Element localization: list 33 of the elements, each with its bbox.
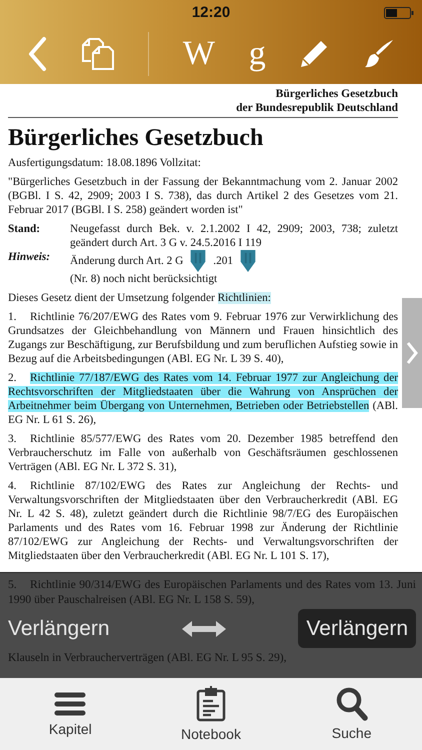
list-item-text: 4. Richtlinie 87/102/EWG des Rates zur Angleichung der Rechts- und Verwaltungsvorschriften der Mitgliedstaaten über den Verbraucherkredit (ABl. EG Nr. L 42 S. 48), zuletzt geändert durch die Richtlinie 98/7/EG des Europäischen Parlaments und des Rates vom 16. Februar 1998 zur Änderung der Richtlinie 87/102/EWG zur Angleichung der Rechts- und Verwaltungsvorschriften der Mitgliedstaaten über den Verbraucherkredit (ABl. EG Nr. L 101 S. 17), [8,479,398,564]
extend-button[interactable]: Verlängern [298,609,416,648]
tab-bar-item[interactable]: Kapitel [20,691,120,737]
list-item-text: 1. Richtlinie 76/207/EWG des Rates vom 9. Februar 1976 zur Verwirklichung des Grundsatzes der Gleichbehandlung von Männern und Frauen hinsichtlich des Zugangs zur Beschäftigung, zur Berufsbildung und zum beruflichen Aufstieg sowie in Bezug auf die Arbeitsbedingungen (ABl. EG Nr. L 39 S. 40), [8,310,398,366]
selection-handle-icon[interactable] [189,250,208,272]
note-text: .201 [213,254,234,268]
note-text: Änderung durch Art. 2 G [70,254,184,268]
double-arrow-icon[interactable] [182,620,226,637]
toolbar-button[interactable]: g [248,37,266,71]
tab-bar-item[interactable]: Suche [302,687,402,741]
clipboard-icon [194,686,227,722]
date-line: Ausfertigungsdatum: 18.08.1896 Vollzitat: [8,156,202,170]
intro-text: Dieses Gesetz dient der Umsetzung folgender Richtlinien: [8,291,272,306]
list-item-text: 3. Richtlinie 85/577/EWG des Rates vom 20. Dezember 1985 betreffend den Verbraucherschutz im Falle von außerhalb von Geschäftsräumen geschlossenen Verträgen (ABl. EG Nr. L 372 S. 31), [8,432,398,474]
brush-icon[interactable] [363,38,396,70]
document-title: Bürgerliches Gesetzbuch [8,124,264,152]
status-time: 12:20 [192,4,230,20]
citation-text: "Bürgerliches Gesetzbuch in der Fassung der Bekanntmachung vom 2. Januar 2002 (BGBl. I S. 42, 2909; 2003 I S. 738), das durch Artikel 2 des Gesetzes vom 21. Februar 2017 (BGBl. I S. 258) geändert worden ist" [8,175,398,218]
document-header: Bürgerliches Gesetzbuch [276,88,398,102]
tab-bar-item[interactable]: Notebook [160,686,261,742]
battery-icon [384,7,414,19]
note-label: Stand: [8,222,42,238]
list-item-text: 2. Richtlinie 77/187/EWG des Rates vom 14. Februar 1977 zur Angleichung der Rechtsvorschriften der Mitgliedstaaten über die Wahrung von Ansprüchen der Arbeitnehmer beim Übergang von Unternehmen, Betrieben oder Betriebstellen (ABl. EG Nr. L 61 S. 26), [8,371,398,428]
extend-label[interactable]: Verlängern [8,615,110,642]
document-header: der Bundesrepublik Deutschland [236,102,398,116]
note-label: Hinweis: [8,250,52,266]
pencil-icon[interactable] [299,39,330,69]
menu-icon [54,691,86,717]
note-text: Neugefasst durch Bek. v. 2.1.2002 I 42, 2909; 2003, 738; zuletzt geändert durch Art. 3 G v. 24.5.2016 I 119 [70,222,398,250]
copy-icon[interactable] [80,37,115,71]
search-icon [336,687,368,721]
note-text: (Nr. 8) noch nicht berücksichtigt [70,272,218,286]
selection-handle-icon[interactable] [239,250,258,272]
